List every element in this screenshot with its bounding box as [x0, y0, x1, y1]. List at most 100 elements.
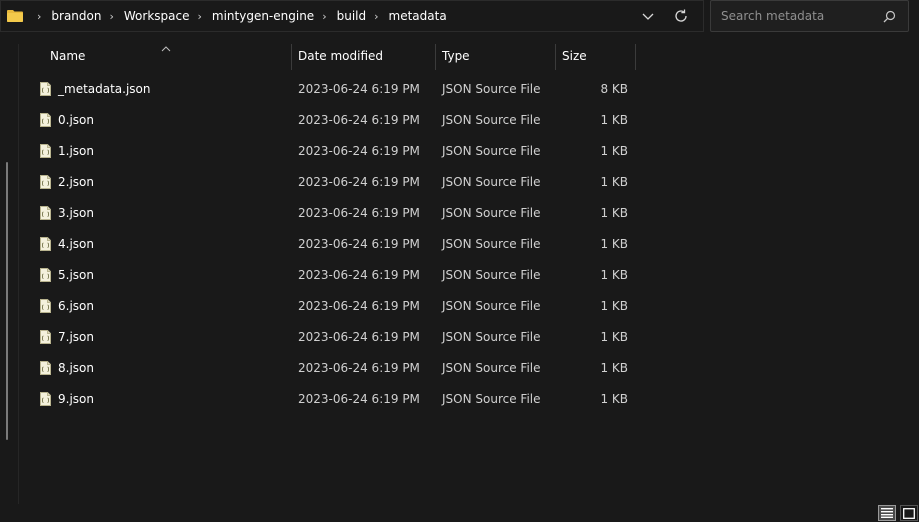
json-file-icon [40, 112, 51, 127]
large-icons-view-icon [903, 507, 915, 519]
column-divider[interactable] [635, 44, 636, 70]
file-type: JSON Source File [442, 143, 541, 158]
column-name[interactable]: Name [50, 42, 290, 70]
json-file-icon [40, 298, 51, 313]
json-file-icon [40, 329, 51, 344]
file-row[interactable]: 1.json 2023-06-24 6:19 PM JSON Source File… [19, 135, 919, 166]
chevron-down-icon[interactable] [641, 9, 655, 23]
file-date-modified: 2023-06-24 6:19 PM [298, 391, 420, 406]
details-view-icon [881, 508, 893, 518]
file-row[interactable]: 6.json 2023-06-24 6:19 PM JSON Source File… [19, 290, 919, 321]
file-type: JSON Source File [442, 112, 541, 127]
breadcrumb-item[interactable]: build [335, 7, 369, 25]
file-size: 1 KB [600, 236, 628, 251]
json-file-icon [40, 174, 51, 189]
file-size: 1 KB [600, 298, 628, 313]
file-date-modified: 2023-06-24 6:19 PM [298, 329, 420, 344]
refresh-icon[interactable] [673, 8, 689, 24]
file-name-cell[interactable]: 9.json [40, 383, 94, 414]
json-file-icon [40, 143, 51, 158]
file-row[interactable]: 2.json 2023-06-24 6:19 PM JSON Source File… [19, 166, 919, 197]
file-date-modified: 2023-06-24 6:19 PM [298, 267, 420, 282]
file-date-modified: 2023-06-24 6:19 PM [298, 205, 420, 220]
chevron-right-icon[interactable]: › [374, 10, 378, 23]
breadcrumb-item[interactable]: mintygen-engine [210, 7, 316, 25]
file-type: JSON Source File [442, 236, 541, 251]
navigation-scrollbar[interactable] [6, 162, 8, 440]
file-type: JSON Source File [442, 298, 541, 313]
file-name: 5.json [58, 267, 94, 282]
file-name-cell[interactable]: _metadata.json [40, 73, 151, 104]
chevron-right-icon[interactable]: › [109, 10, 113, 23]
file-row[interactable]: 7.json 2023-06-24 6:19 PM JSON Source File… [19, 321, 919, 352]
chevron-right-icon[interactable]: › [37, 10, 41, 23]
file-name-cell[interactable]: 7.json [40, 321, 94, 352]
file-name: 8.json [58, 360, 94, 375]
file-size: 1 KB [600, 329, 628, 344]
file-name: 1.json [58, 143, 94, 158]
file-name: 3.json [58, 205, 94, 220]
folder-icon [7, 10, 23, 22]
json-file-icon [40, 81, 51, 96]
file-name: 9.json [58, 391, 94, 406]
file-name-cell[interactable]: 6.json [40, 290, 94, 321]
search-icon[interactable] [883, 10, 896, 23]
file-row[interactable]: 3.json 2023-06-24 6:19 PM JSON Source File… [19, 197, 919, 228]
file-date-modified: 2023-06-24 6:19 PM [298, 112, 420, 127]
breadcrumb-item[interactable]: brandon [49, 7, 103, 25]
breadcrumb-item[interactable]: Workspace [122, 7, 192, 25]
breadcrumb-item[interactable]: metadata [387, 7, 449, 25]
file-name-cell[interactable]: 1.json [40, 135, 94, 166]
chevron-right-icon[interactable]: › [322, 10, 326, 23]
file-size: 1 KB [600, 205, 628, 220]
file-date-modified: 2023-06-24 6:19 PM [298, 174, 420, 189]
json-file-icon [40, 267, 51, 282]
column-divider[interactable] [435, 44, 436, 70]
search-input[interactable] [719, 8, 873, 24]
navigation-pane [0, 44, 19, 504]
column-divider[interactable] [291, 44, 292, 70]
file-name: 4.json [58, 236, 94, 251]
file-row[interactable]: 4.json 2023-06-24 6:19 PM JSON Source File… [19, 228, 919, 259]
chevron-right-icon[interactable]: › [197, 10, 201, 23]
file-name: 7.json [58, 329, 94, 344]
file-name: _metadata.json [58, 81, 151, 96]
json-file-icon [40, 236, 51, 251]
file-name-cell[interactable]: 5.json [40, 259, 94, 290]
file-name-cell[interactable]: 3.json [40, 197, 94, 228]
file-name-cell[interactable]: 2.json [40, 166, 94, 197]
file-type: JSON Source File [442, 329, 541, 344]
breadcrumb: › brandon › Workspace › mintygen-engine › build… [31, 7, 449, 25]
file-type: JSON Source File [442, 81, 541, 96]
column-size[interactable]: Size [562, 42, 632, 70]
file-name: 6.json [58, 298, 94, 313]
file-type: JSON Source File [442, 267, 541, 282]
file-size: 1 KB [600, 143, 628, 158]
column-divider[interactable] [555, 44, 556, 70]
file-row[interactable]: _metadata.json 2023-06-24 6:19 PM JSON Sou… [19, 73, 919, 104]
file-list: _metadata.json 2023-06-24 6:19 PM JSON Sou… [19, 73, 919, 414]
file-name-cell[interactable]: 4.json [40, 228, 94, 259]
file-date-modified: 2023-06-24 6:19 PM [298, 81, 420, 96]
file-name-cell[interactable]: 8.json [40, 352, 94, 383]
file-size: 1 KB [600, 391, 628, 406]
file-row[interactable]: 9.json 2023-06-24 6:19 PM JSON Source File… [19, 383, 919, 414]
file-date-modified: 2023-06-24 6:19 PM [298, 236, 420, 251]
file-size: 1 KB [600, 360, 628, 375]
column-date-modified[interactable]: Date modified [298, 42, 428, 70]
details-view-button[interactable] [878, 505, 896, 521]
file-row[interactable]: 8.json 2023-06-24 6:19 PM JSON Source File… [19, 352, 919, 383]
file-name: 0.json [58, 112, 94, 127]
file-name-cell[interactable]: 0.json [40, 104, 94, 135]
column-header: Name Date modified Type Size [19, 42, 919, 70]
file-size: 8 KB [600, 81, 628, 96]
address-bar[interactable]: › brandon › Workspace › mintygen-engine › build… [0, 0, 704, 32]
json-file-icon [40, 205, 51, 220]
search-box[interactable] [710, 0, 909, 32]
file-row[interactable]: 5.json 2023-06-24 6:19 PM JSON Source File… [19, 259, 919, 290]
file-row[interactable]: 0.json 2023-06-24 6:19 PM JSON Source File… [19, 104, 919, 135]
column-type[interactable]: Type [442, 42, 552, 70]
file-size: 1 KB [600, 267, 628, 282]
json-file-icon [40, 360, 51, 375]
large-icons-view-button[interactable] [900, 505, 918, 521]
